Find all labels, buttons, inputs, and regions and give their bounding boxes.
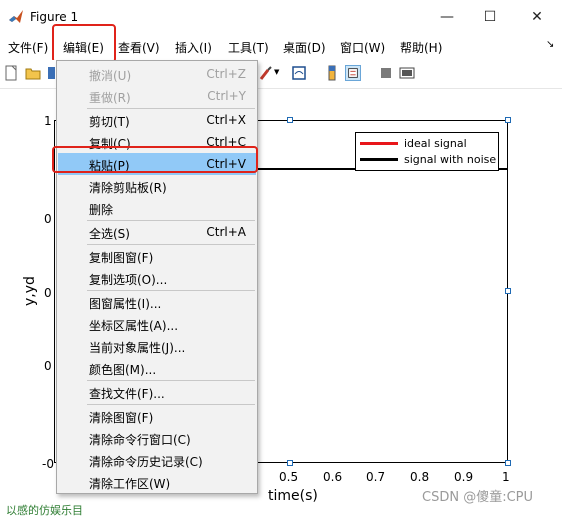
menu-item-select-all[interactable]: 全选(S) Ctrl+A bbox=[58, 221, 256, 243]
y-tick-label: 1 bbox=[44, 114, 52, 128]
menu-item-clear-command-history[interactable]: 清除命令历史记录(C) bbox=[58, 449, 256, 471]
x-axis-label: time(s) bbox=[268, 488, 318, 504]
x-tick-label: 0.7 bbox=[366, 470, 386, 484]
menu-item-clear-command-window[interactable]: 清除命令行窗口(C) bbox=[58, 427, 256, 449]
minimize-button[interactable]: — bbox=[432, 6, 462, 28]
menu-insert[interactable]: 插入(I) bbox=[175, 39, 212, 56]
menu-item-axes-properties[interactable]: 坐标区属性(A)... bbox=[58, 313, 256, 335]
menu-item-clear-workspace[interactable]: 清除工作区(W) bbox=[58, 471, 256, 493]
y-axis-label: y,yd bbox=[22, 276, 38, 306]
menu-item-label: 复制选项(O)... bbox=[89, 273, 168, 287]
menu-item-find-files[interactable]: 查找文件(F)... bbox=[58, 381, 256, 403]
new-figure-icon[interactable] bbox=[3, 65, 19, 81]
menu-item-label: 剪切(T) bbox=[89, 115, 130, 129]
menu-item-label: 删除 bbox=[89, 203, 114, 217]
menu-item-clear-clipboard[interactable]: 清除剪贴板(R) bbox=[58, 175, 256, 197]
x-tick-label: 1 bbox=[502, 470, 510, 484]
selection-handle[interactable] bbox=[505, 460, 511, 466]
y-tick-label: 0 bbox=[44, 212, 52, 226]
menu-item-label: 撤消(U) bbox=[89, 69, 132, 83]
menu-item-undo[interactable]: 撤消(U) Ctrl+Z bbox=[58, 63, 256, 85]
selection-handle[interactable] bbox=[287, 460, 293, 466]
menu-view[interactable]: 查看(V) bbox=[118, 39, 160, 56]
menu-tools[interactable]: 工具(T) bbox=[228, 39, 269, 56]
menu-window[interactable]: 窗口(W) bbox=[340, 39, 385, 56]
legend-label: signal with noise bbox=[404, 152, 497, 166]
y-tick-label: 0 bbox=[44, 286, 52, 300]
brush-dropdown-icon[interactable]: ▼ bbox=[274, 68, 279, 76]
menu-item-label: 清除剪贴板(R) bbox=[89, 181, 167, 195]
legend-swatch bbox=[360, 157, 398, 161]
legend-label: ideal signal bbox=[404, 136, 467, 150]
brush-icon[interactable] bbox=[258, 65, 274, 81]
legend-swatch bbox=[360, 141, 398, 145]
annotation-box-edit-menu bbox=[52, 24, 116, 63]
menu-desktop[interactable]: 桌面(D) bbox=[283, 39, 326, 56]
menu-item-label: 清除工作区(W) bbox=[89, 477, 171, 491]
menu-item-label: 全选(S) bbox=[89, 227, 130, 241]
menu-item-label: 清除命令行窗口(C) bbox=[89, 433, 191, 447]
menu-item-shortcut: Ctrl+Y bbox=[207, 89, 246, 103]
show-plot-tools-icon[interactable] bbox=[399, 65, 415, 81]
menu-item-label: 清除图窗(F) bbox=[89, 411, 154, 425]
window-title: Figure 1 bbox=[30, 10, 79, 24]
menu-item-label: 复制图窗(F) bbox=[89, 251, 154, 265]
y-tick-label: 0 bbox=[44, 359, 52, 373]
matlab-logo-icon bbox=[9, 10, 23, 23]
legend-entry: signal with noise bbox=[360, 152, 496, 166]
menu-item-current-object-properties[interactable]: 当前对象属性(J)... bbox=[58, 335, 256, 357]
x-tick-label: 0.5 bbox=[279, 470, 299, 484]
menu-item-label: 当前对象属性(J)... bbox=[89, 341, 186, 355]
menu-item-label: 查找文件(F)... bbox=[89, 387, 165, 401]
bottom-partial-text: 以感的仿娱乐目 bbox=[6, 504, 83, 517]
menu-item-copy-figure[interactable]: 复制图窗(F) bbox=[58, 245, 256, 267]
selection-handle[interactable] bbox=[505, 117, 511, 123]
hide-plot-tools-icon[interactable] bbox=[378, 65, 394, 81]
menu-item-delete[interactable]: 删除 bbox=[58, 197, 256, 219]
edit-dropdown-menu: 撤消(U) Ctrl+Z 重做(R) Ctrl+Y 剪切(T) Ctrl+X 复… bbox=[56, 60, 258, 494]
menu-item-colormap[interactable]: 颜色图(M)... bbox=[58, 357, 256, 379]
menu-item-label: 颜色图(M)... bbox=[89, 363, 157, 377]
menu-item-shortcut: Ctrl+Z bbox=[206, 67, 246, 81]
annotation-box-paste bbox=[52, 146, 258, 173]
y-tick-label: -0 bbox=[42, 457, 54, 471]
menu-help[interactable]: 帮助(H) bbox=[400, 39, 442, 56]
selection-handle[interactable] bbox=[505, 288, 511, 294]
menu-item-label: 重做(R) bbox=[89, 91, 131, 105]
colorbar-icon[interactable] bbox=[324, 65, 340, 81]
menubar-overflow-icon[interactable]: ↘ bbox=[546, 39, 554, 50]
x-tick-label: 0.9 bbox=[454, 470, 474, 484]
legend-entry: ideal signal bbox=[360, 136, 467, 150]
menu-item-figure-properties[interactable]: 图窗属性(I)... bbox=[58, 291, 256, 313]
menu-item-shortcut: Ctrl+A bbox=[206, 225, 246, 239]
menu-item-label: 清除命令历史记录(C) bbox=[89, 455, 203, 469]
menu-item-shortcut: Ctrl+X bbox=[206, 113, 246, 127]
menu-item-copy-options[interactable]: 复制选项(O)... bbox=[58, 267, 256, 289]
x-tick-label: 0.6 bbox=[323, 470, 343, 484]
legend-icon[interactable] bbox=[345, 65, 361, 81]
legend[interactable]: ideal signal signal with noise bbox=[355, 132, 499, 171]
x-tick-label: 0.8 bbox=[410, 470, 430, 484]
menu-item-label: 坐标区属性(A)... bbox=[89, 319, 179, 333]
save-icon[interactable] bbox=[47, 65, 55, 81]
link-plot-icon[interactable] bbox=[291, 65, 307, 81]
watermark: CSDN @傻童:CPU bbox=[422, 490, 534, 505]
selection-handle[interactable] bbox=[287, 117, 293, 123]
close-button[interactable]: ✕ bbox=[522, 6, 552, 28]
menu-item-redo[interactable]: 重做(R) Ctrl+Y bbox=[58, 85, 256, 107]
open-file-icon[interactable] bbox=[25, 65, 41, 81]
menu-item-cut[interactable]: 剪切(T) Ctrl+X bbox=[58, 109, 256, 131]
menu-file[interactable]: 文件(F) bbox=[8, 39, 48, 56]
menu-item-label: 图窗属性(I)... bbox=[89, 297, 162, 311]
maximize-button[interactable]: ☐ bbox=[475, 6, 505, 28]
menu-item-clear-figure[interactable]: 清除图窗(F) bbox=[58, 405, 256, 427]
